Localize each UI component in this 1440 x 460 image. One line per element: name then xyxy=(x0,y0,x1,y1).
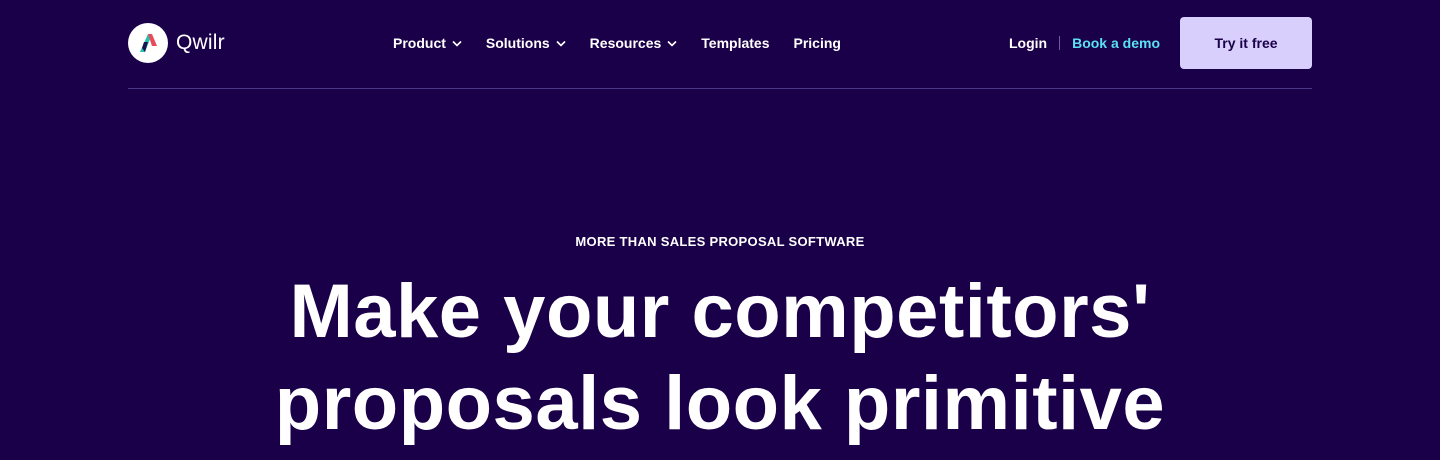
hero-eyebrow: MORE THAN SALES PROPOSAL SOFTWARE xyxy=(575,234,865,249)
chevron-down-icon xyxy=(556,40,566,47)
chevron-down-icon xyxy=(667,40,677,47)
header-divider xyxy=(128,88,1312,89)
book-demo-link[interactable]: Book a demo xyxy=(1072,35,1160,51)
page: Qwilr Product Solutions Resources Templa… xyxy=(0,0,1440,460)
nav-item-resources[interactable]: Resources xyxy=(590,35,678,51)
nav-item-product[interactable]: Product xyxy=(393,35,462,51)
logo-link[interactable]: Qwilr xyxy=(128,23,225,63)
nav-item-solutions[interactable]: Solutions xyxy=(486,35,566,51)
nav-item-pricing[interactable]: Pricing xyxy=(793,35,840,51)
divider xyxy=(1059,36,1061,50)
chevron-down-icon xyxy=(452,40,462,47)
headline-line-2: proposals look primitive xyxy=(274,361,1166,446)
header-actions: Login Book a demo Try it free xyxy=(1009,17,1312,69)
hero-headline: Make your competitors' proposals look pr… xyxy=(0,266,1440,450)
site-header: Qwilr Product Solutions Resources Templa… xyxy=(128,0,1312,88)
nav-item-label: Product xyxy=(393,35,446,51)
main-nav: Product Solutions Resources Templates Pr… xyxy=(393,33,841,53)
qwilr-logo-icon xyxy=(128,23,168,63)
nav-item-label: Solutions xyxy=(485,35,550,51)
nav-item-label: Templates xyxy=(701,35,770,51)
nav-item-label: Pricing xyxy=(793,35,841,51)
brand-name: Qwilr xyxy=(176,31,225,54)
headline-line-1: Make your competitors' xyxy=(289,269,1151,354)
nav-item-label: Resources xyxy=(589,35,662,51)
nav-item-templates[interactable]: Templates xyxy=(701,35,769,51)
login-link[interactable]: Login xyxy=(1009,35,1047,51)
try-it-free-button[interactable]: Try it free xyxy=(1180,17,1312,69)
